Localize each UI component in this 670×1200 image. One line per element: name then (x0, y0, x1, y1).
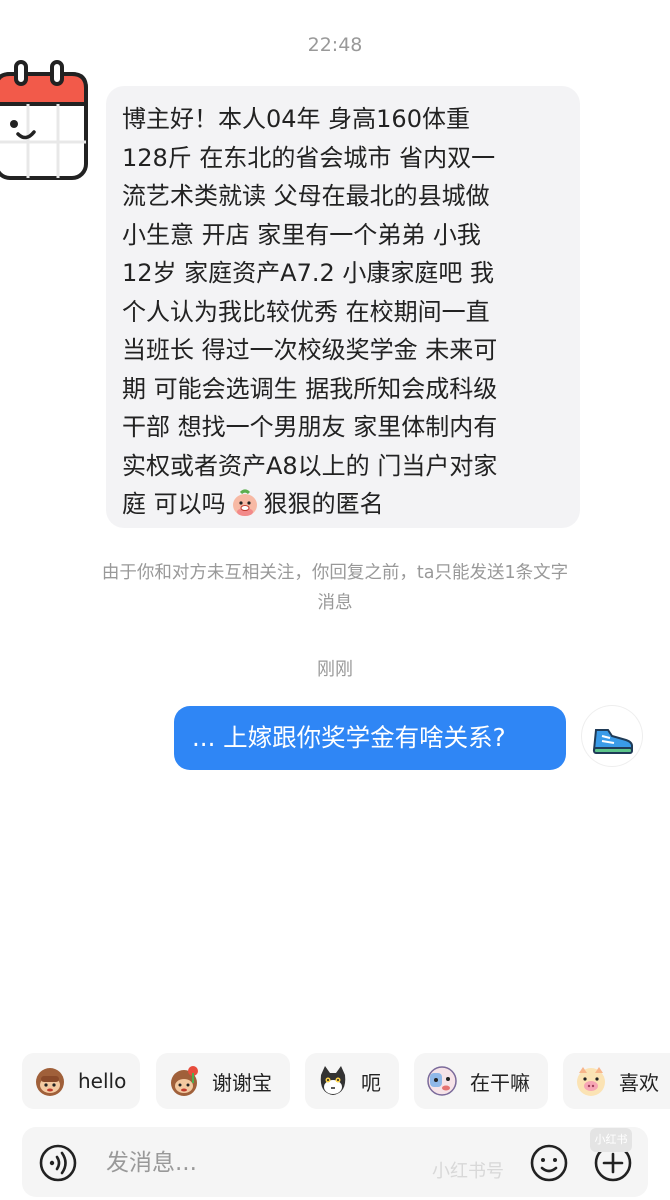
incoming-message-bubble[interactable]: 博主好！本人04年 身高160体重 128斤 在东北的省会城市 省内双一 流艺术… (106, 86, 580, 528)
message-text-after-emoji: 狠狠的匿名 (263, 490, 384, 518)
quick-reply-label: 呃 (361, 1070, 381, 1095)
sender-avatar-calendar-icon[interactable] (0, 60, 96, 182)
chat-screen: 22:48 博主好！本人04年 身高160体重 128斤 在东北的省会城市 省内… (0, 0, 670, 1200)
quick-reply-bar: hello 谢谢宝 呃 在干嘛 喜欢 (22, 1053, 670, 1109)
message-line: 小生意 开店 家里有一个弟弟 小我 (122, 220, 481, 249)
message-line: 128斤 在东北的省会城市 省内双一 (122, 143, 496, 172)
quick-reply-uh[interactable]: 呃 (305, 1053, 399, 1109)
quick-reply-label: 在干嘛 (470, 1070, 530, 1095)
message-input-bar: 发消息... (22, 1127, 648, 1197)
message-line: 当班长 得过一次校级奖学金 未来可 (122, 336, 498, 364)
message-line: 实权或者资产A8以上的 门当户对家 (122, 451, 498, 480)
message-timestamp: 22:48 (307, 34, 363, 56)
notice-line: 由于你和对方未互相关注，你回复之前，ta只能发送1条文字 (101, 563, 569, 583)
follow-limit-notice: 由于你和对方未互相关注，你回复之前，ta只能发送1条文字 消息 (0, 558, 670, 618)
quick-reply-hello[interactable]: hello (22, 1053, 140, 1109)
watermark-text: 小红书号 (432, 1161, 504, 1182)
quick-reply-what-doing[interactable]: 在干嘛 (414, 1053, 548, 1109)
message-line-last: 庭 可以吗 狠狠的匿名 (122, 485, 562, 524)
message-line: 流艺术类就读 父母在最北的县城做 (122, 182, 490, 210)
quick-reply-thanks[interactable]: 谢谢宝 (156, 1053, 290, 1109)
quick-reply-label: hello (78, 1069, 127, 1093)
pig-face-icon (573, 1063, 609, 1099)
quick-reply-label: 谢谢宝 (212, 1070, 272, 1095)
notice-line: 消息 (317, 593, 353, 613)
peach-face-emoji-icon (230, 488, 260, 518)
message-text-before-emoji: 庭 可以吗 (122, 490, 226, 518)
voice-input-icon[interactable] (38, 1143, 78, 1183)
emoji-smile-icon[interactable] (529, 1143, 569, 1183)
message-timestamp: 刚刚 (317, 659, 353, 680)
peeking-face-icon (424, 1063, 460, 1099)
user-avatar-sneaker-icon[interactable] (582, 706, 642, 766)
quick-reply-label: 喜欢 (619, 1070, 659, 1095)
monkey-flower-icon (166, 1063, 202, 1099)
message-line: 博主好！本人04年 身高160体重 (122, 105, 470, 133)
message-line: 干部 想找一个男朋友 家里体制内有 (122, 413, 498, 441)
outgoing-message-bubble[interactable]: ... 上嫁跟你奖学金有啥关系? (174, 706, 566, 770)
message-input[interactable]: 发消息... (106, 1127, 197, 1199)
message-line: 期 可能会选调生 据我所知会成科级 (122, 374, 498, 403)
message-line: 个人认为我比较优秀 在校期间一直 (122, 297, 490, 326)
monkey-face-icon (32, 1063, 68, 1099)
message-line: 12岁 家庭资产A7.2 小康家庭吧 我 (122, 259, 495, 287)
quick-reply-like[interactable]: 喜欢 (563, 1053, 670, 1109)
black-cat-icon (315, 1063, 351, 1099)
watermark-logo: 小红书 (590, 1128, 632, 1152)
